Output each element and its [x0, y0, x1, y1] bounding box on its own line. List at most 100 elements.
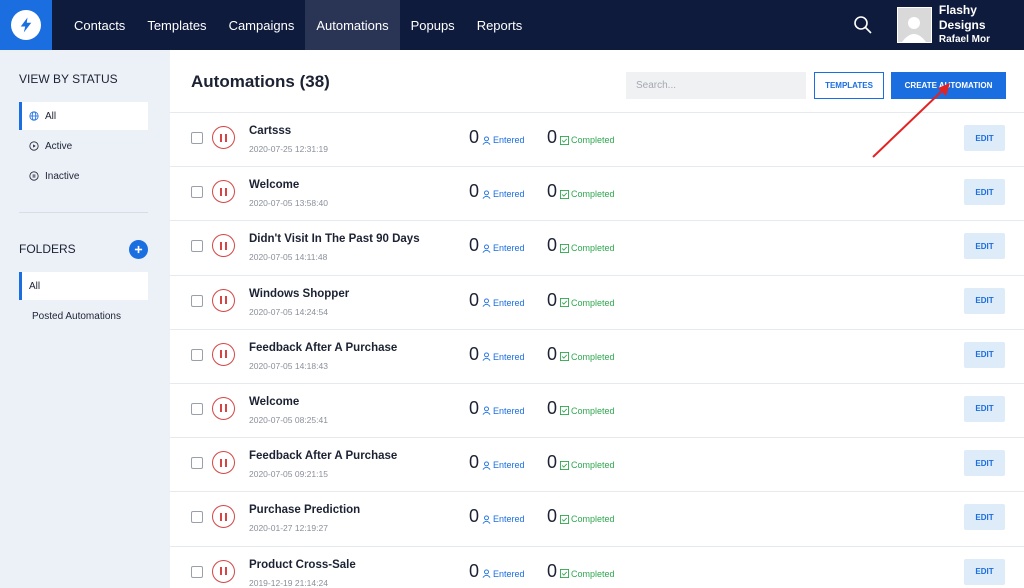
pause-icon[interactable] — [212, 234, 235, 258]
automation-name[interactable]: Feedback After A Purchase — [249, 342, 397, 354]
entered-stat: 0 Entered — [469, 236, 525, 254]
completed-stat: 0 Completed — [547, 507, 615, 525]
automation-name[interactable]: Feedback After A Purchase — [249, 450, 397, 462]
automation-name[interactable]: Product Cross-Sale — [249, 559, 356, 571]
edit-button[interactable]: EDIT — [964, 504, 1005, 531]
edit-button[interactable]: EDIT — [964, 125, 1005, 151]
check-square-icon — [560, 460, 570, 470]
user-menu[interactable]: Flashy Designs Rafael Mor — [897, 3, 1024, 45]
list-item: Didn't Visit In The Past 90 Days 2020-07… — [170, 220, 1024, 274]
row-checkbox[interactable] — [191, 294, 203, 307]
view-by-status-heading: VIEW BY STATUS — [19, 72, 118, 86]
automation-date: 2020-01-27 12:19:27 — [249, 523, 328, 534]
edit-button[interactable]: EDIT — [964, 179, 1005, 206]
completed-count: 0 — [547, 452, 558, 473]
user-icon — [482, 244, 491, 253]
user-icon — [482, 298, 491, 307]
automation-date: 2020-07-25 12:31:19 — [249, 144, 328, 154]
entered-label: Entered — [493, 351, 525, 362]
pause-icon[interactable] — [212, 505, 235, 529]
completed-stat: 0 Completed — [547, 182, 615, 200]
user-icon — [482, 569, 491, 578]
user-name: Rafael Mor — [938, 34, 990, 45]
status-filter-label: Active — [45, 140, 73, 152]
edit-button[interactable]: EDIT — [964, 395, 1005, 422]
completed-label: Completed — [571, 568, 615, 579]
completed-label: Completed — [571, 514, 615, 525]
pause-icon[interactable] — [212, 180, 235, 204]
folder-all[interactable]: All — [19, 272, 148, 300]
pause-circle-icon — [29, 171, 39, 181]
row-checkbox[interactable] — [191, 402, 203, 415]
row-checkbox[interactable] — [191, 186, 203, 199]
automation-date: 2020-07-05 14:18:43 — [249, 360, 328, 371]
edit-button[interactable]: EDIT — [964, 450, 1005, 477]
automation-name[interactable]: Welcome — [249, 179, 299, 191]
status-filter-all[interactable]: All — [19, 102, 148, 130]
status-filter-inactive[interactable]: Inactive — [19, 162, 148, 190]
completed-stat: 0 Completed — [547, 128, 615, 146]
completed-count: 0 — [547, 506, 558, 527]
nav-contacts[interactable]: Contacts — [63, 0, 136, 50]
nav-popups[interactable]: Popups — [400, 0, 466, 50]
automation-date: 2020-07-05 13:58:40 — [249, 198, 328, 209]
automation-name[interactable]: Purchase Prediction — [249, 504, 360, 516]
search-icon[interactable] — [853, 15, 873, 35]
automation-name[interactable]: Welcome — [249, 396, 299, 408]
list-item: Product Cross-Sale 2019-12-19 21:14:24 0… — [170, 545, 1024, 588]
automation-name[interactable]: Windows Shopper — [249, 288, 349, 300]
edit-button[interactable]: EDIT — [964, 233, 1005, 260]
nav-automations[interactable]: Automations — [305, 0, 400, 50]
plus-icon — [134, 245, 143, 254]
automation-name[interactable]: Cartsss — [249, 125, 291, 137]
row-checkbox[interactable] — [191, 348, 203, 361]
pause-icon[interactable] — [212, 342, 235, 366]
user-icon — [482, 135, 491, 145]
top-navbar: Contacts Templates Campaigns Automations… — [0, 0, 1024, 50]
edit-button[interactable]: EDIT — [964, 558, 1005, 585]
completed-stat: 0 Completed — [547, 453, 615, 471]
pause-icon[interactable] — [212, 451, 235, 475]
pause-icon[interactable] — [212, 126, 235, 149]
entered-label: Entered — [493, 297, 525, 308]
edit-button[interactable]: EDIT — [964, 287, 1005, 314]
pause-icon[interactable] — [212, 559, 235, 583]
row-checkbox[interactable] — [191, 132, 203, 144]
entered-label: Entered — [493, 405, 525, 416]
pause-icon[interactable] — [212, 396, 235, 420]
user-icon — [482, 515, 491, 524]
entered-label: Entered — [493, 243, 525, 254]
avatar — [897, 7, 932, 43]
list-item: Feedback After A Purchase 2020-07-05 09:… — [170, 437, 1024, 491]
automation-name[interactable]: Didn't Visit In The Past 90 Days — [249, 233, 420, 245]
row-checkbox[interactable] — [191, 511, 203, 524]
edit-button[interactable]: EDIT — [964, 341, 1005, 368]
status-filter-active[interactable]: Active — [19, 132, 148, 160]
folder-posted-automations[interactable]: Posted Automations — [19, 302, 148, 330]
check-square-icon — [560, 406, 570, 416]
row-checkbox[interactable] — [191, 240, 203, 253]
completed-label: Completed — [571, 405, 615, 416]
entered-stat: 0 Entered — [469, 453, 525, 471]
pause-icon[interactable] — [212, 288, 235, 312]
check-square-icon — [560, 352, 570, 362]
completed-stat: 0 Completed — [547, 399, 615, 417]
entered-stat: 0 Entered — [469, 345, 525, 363]
nav-campaigns[interactable]: Campaigns — [218, 0, 306, 50]
nav-templates[interactable]: Templates — [136, 0, 217, 50]
automations-list: Cartsss 2020-07-25 12:31:19 0 Entered 0 … — [170, 112, 1024, 588]
completed-label: Completed — [571, 243, 615, 254]
entered-count: 0 — [469, 127, 480, 147]
completed-count: 0 — [547, 235, 558, 256]
nav-reports[interactable]: Reports — [466, 0, 534, 50]
sidebar: VIEW BY STATUS All Active Inactive FOLDE… — [0, 50, 170, 588]
entered-stat: 0 Entered — [469, 507, 525, 525]
entered-stat: 0 Entered — [469, 291, 525, 309]
row-checkbox[interactable] — [191, 457, 203, 470]
search-input[interactable] — [626, 72, 806, 99]
add-folder-button[interactable] — [129, 240, 148, 259]
annotation-arrow-icon — [872, 83, 950, 158]
app-logo[interactable] — [0, 0, 52, 50]
row-checkbox[interactable] — [191, 565, 203, 578]
list-item: Welcome 2020-07-05 13:58:40 0 Entered 0 … — [170, 166, 1024, 220]
